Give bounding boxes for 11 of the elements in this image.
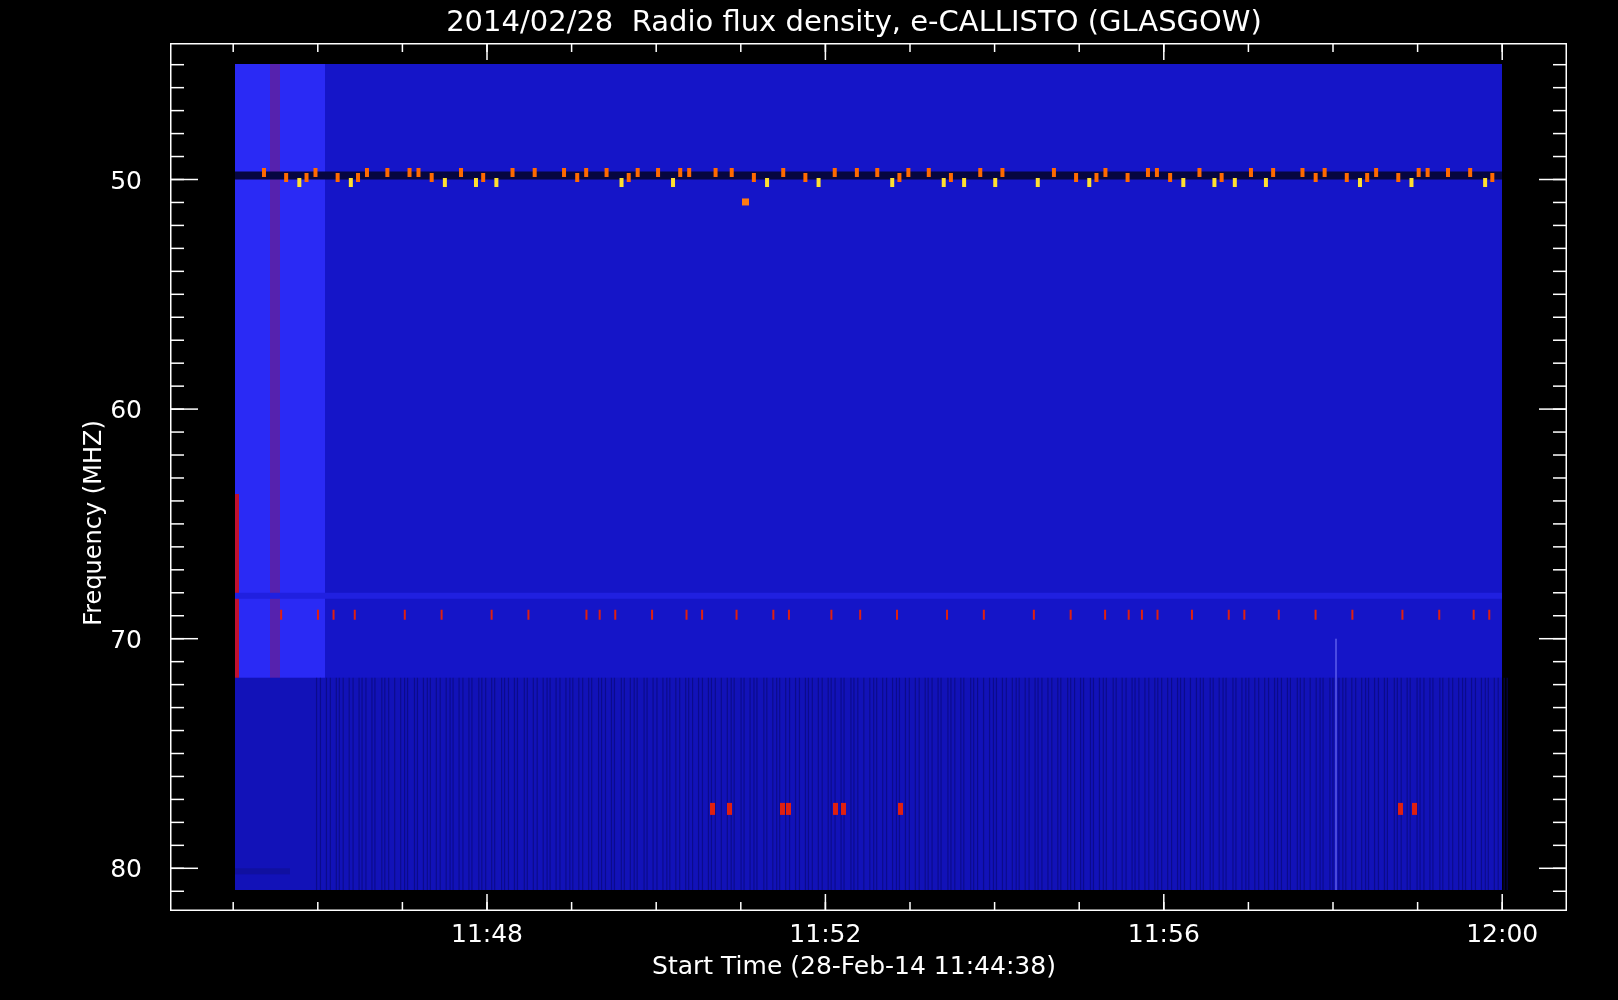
x-axis-label: Start Time (28-Feb-14 11:44:38) <box>652 953 1056 978</box>
y-tick-label: 50 <box>110 167 142 192</box>
y-tick-label: 60 <box>110 396 142 422</box>
y-tick-label: 80 <box>110 855 142 881</box>
y-tick-label: 70 <box>110 626 142 652</box>
x-tick-label: 12:00 <box>1466 921 1539 946</box>
chart-title: 2014/02/28 Radio flux density, e-CALLISTO (GLASGOW) <box>445 3 1263 40</box>
x-tick-label: 11:52 <box>789 921 862 946</box>
x-tick-label: 11:56 <box>1127 921 1200 946</box>
x-tick-label: 11:48 <box>451 921 523 946</box>
y-axis-label: Frequency (MHZ) <box>79 420 107 626</box>
